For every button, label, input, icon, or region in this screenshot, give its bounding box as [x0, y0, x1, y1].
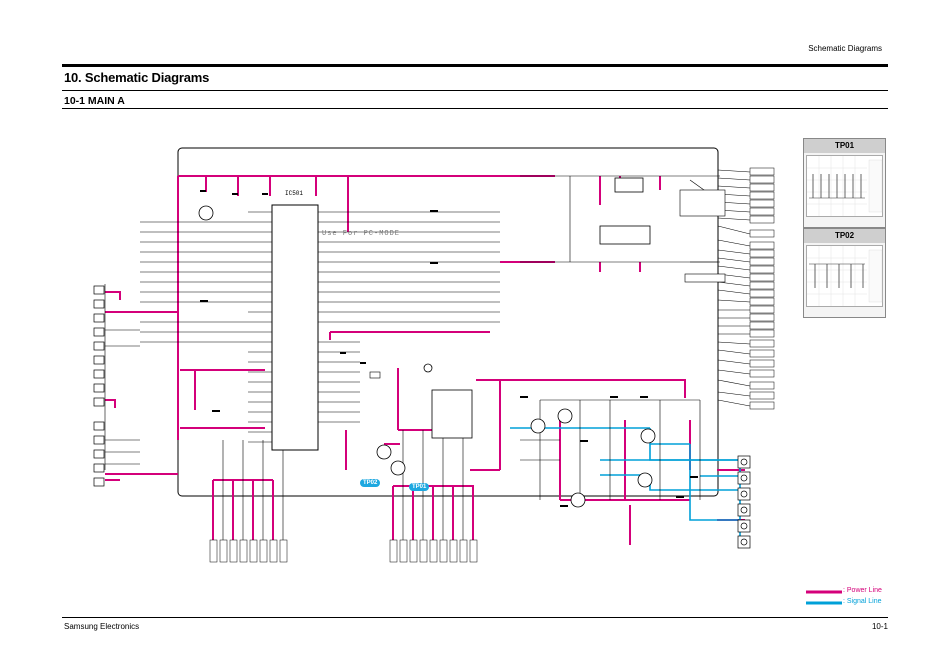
ic501-body — [271, 204, 319, 451]
tp02-title: TP02 — [804, 229, 885, 243]
tp01-marker: TP01 — [409, 483, 430, 491]
tp01-panel: TP01 — [803, 138, 886, 228]
tp02-waveform — [806, 245, 883, 307]
transistors — [198, 205, 656, 508]
legend-power-label: : Power Line — [843, 587, 882, 594]
bottom-connectors — [209, 539, 478, 563]
ic501-label: IC501 — [285, 190, 304, 197]
tp01-waveform — [806, 155, 883, 217]
ic-mid — [431, 389, 473, 439]
tp01-title: TP01 — [804, 139, 885, 153]
footer-page-number: 10-1 — [871, 622, 888, 631]
legend-swatches — [806, 590, 842, 605]
ic-right-top — [599, 225, 651, 245]
footer-company: Samsung Electronics — [64, 622, 140, 631]
ic501-note: Use For PC-MODE — [322, 230, 401, 238]
note-box-2 — [684, 273, 726, 283]
legend-signal-label: : Signal Line — [843, 598, 882, 605]
note-box — [679, 189, 726, 217]
footer-rule — [62, 617, 888, 618]
ic-right-top-2 — [614, 177, 644, 193]
tp02-marker: TP02 — [360, 479, 381, 487]
tp02-panel: TP02 — [803, 228, 886, 318]
left-connectors — [93, 285, 105, 487]
schematic-diagram — [93, 147, 775, 563]
right-labels — [749, 167, 775, 410]
